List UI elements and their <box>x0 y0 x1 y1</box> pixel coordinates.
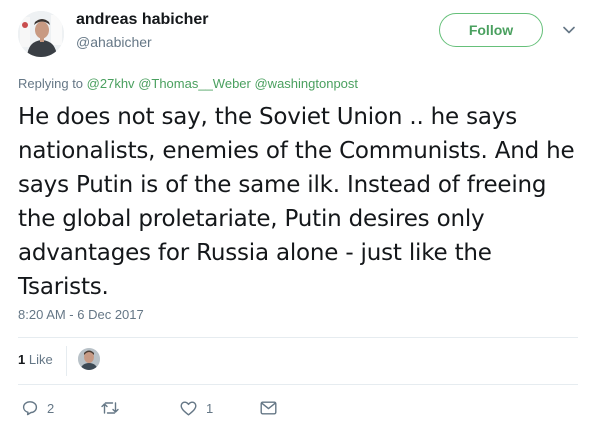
reply-count: 2 <box>47 400 55 416</box>
mention-link[interactable]: @Thomas__Weber <box>138 76 251 91</box>
mention-link[interactable]: @27khv <box>87 76 135 91</box>
divider <box>18 384 578 385</box>
author-avatar[interactable] <box>18 11 64 57</box>
user-avatar-photo-icon <box>18 11 64 57</box>
likes-stat[interactable]: 1 Like <box>18 352 53 367</box>
likes-label: Like <box>28 352 53 367</box>
retweet-button[interactable] <box>101 398 128 418</box>
user-avatar-photo-icon <box>78 348 100 370</box>
mention-link[interactable]: @washingtonpost <box>254 76 358 91</box>
heart-icon <box>180 401 197 415</box>
author-name[interactable]: andreas habicher <box>76 11 209 29</box>
replying-to-label: Replying to <box>18 76 84 91</box>
like-count: 1 <box>206 400 214 416</box>
stats-separator <box>66 346 67 376</box>
divider <box>18 337 578 338</box>
reply-button[interactable]: 2 <box>22 398 54 418</box>
retweet-icon <box>101 402 119 414</box>
replying-to: Replying to @27khv @Thomas__Weber @washi… <box>18 76 358 91</box>
chevron-down-icon <box>563 26 575 34</box>
author-handle[interactable]: @ahabicher <box>76 34 152 50</box>
more-options-button[interactable] <box>561 23 577 37</box>
reply-icon <box>22 401 38 416</box>
likes-count: 1 <box>18 352 26 367</box>
tweet-timestamp[interactable]: 8:20 AM - 6 Dec 2017 <box>18 307 144 322</box>
like-button[interactable]: 1 <box>180 398 213 418</box>
direct-message-button[interactable] <box>260 398 277 418</box>
envelope-icon <box>260 401 277 415</box>
follow-button[interactable]: Follow <box>439 13 543 47</box>
liker-avatar[interactable] <box>78 348 100 370</box>
tweet-text: He does not say, the Soviet Union .. he … <box>18 104 575 300</box>
